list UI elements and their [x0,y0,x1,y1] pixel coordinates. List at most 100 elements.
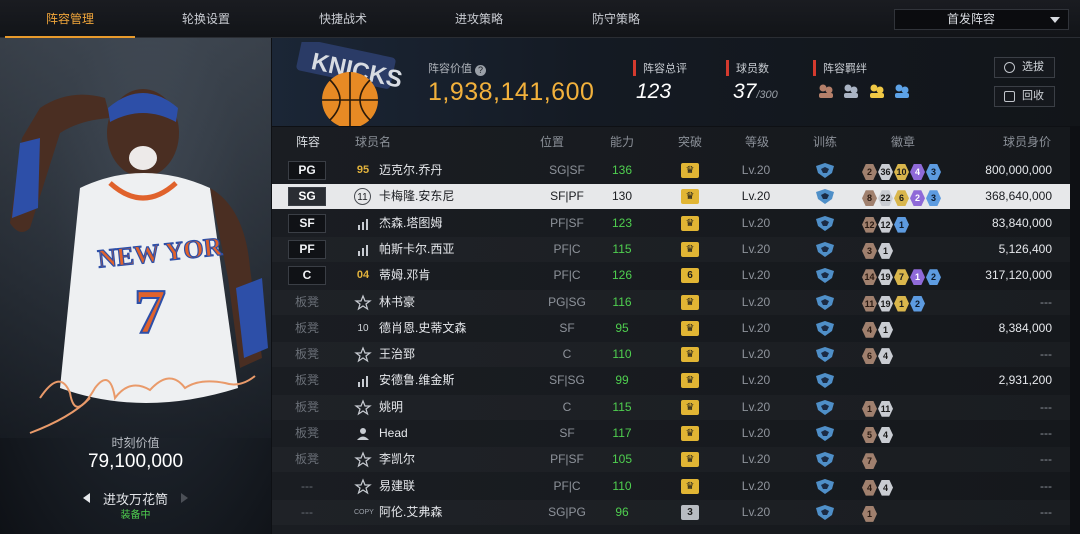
lineup-slot: SF [288,213,326,233]
player-position: SG|SF [549,163,585,177]
table-row[interactable]: --- 易建联 PF|C 110 ♛ Lv.20 4 4 --- [272,474,1070,499]
scout-button[interactable]: 选拔 [994,57,1055,78]
player-name: 易建联 [379,478,416,493]
col-training[interactable]: 训练 [813,127,837,157]
player-value: 317,120,000 [985,268,1052,283]
training-shield-icon[interactable] [815,189,835,205]
player-position: PF|C [553,241,581,256]
training-shield-icon[interactable] [815,215,835,231]
medal-badge: 8 [862,190,877,207]
tab-lineup-management[interactable]: 阵容管理 [5,0,135,38]
help-icon[interactable]: ? [475,65,486,76]
tab-offense-strategy[interactable]: 进攻策略 [414,0,544,38]
jersey-number: 10 [357,322,369,334]
table-row[interactable]: C 04 蒂姆.邓肯 PF|C 126 6 Lv.20 14 19 7 1 2 317,120,000 [272,263,1070,288]
training-shield-icon[interactable] [815,504,835,520]
medal-list[interactable]: 64 [862,346,894,365]
medal-list[interactable]: 44 [862,478,894,496]
col-lineup[interactable]: 阵容 [296,127,320,157]
player-value: --- [1040,452,1052,467]
medal-badge: 14 [862,269,877,286]
player-card[interactable]: NEW YORK 7 时刻价值 79,100,000 进攻万花筒 装备中 [0,38,271,534]
table-row[interactable]: 板凳 李凯尔 PF|SF 105 ♛ Lv.20 7 --- [272,447,1070,472]
col-level[interactable]: 等级 [745,127,769,157]
col-player-name[interactable]: 球员名 [355,127,391,157]
tab-quick-tactics[interactable]: 快捷战术 [278,0,408,38]
col-break[interactable]: 突破 [678,127,702,157]
lineup-slot: 板凳 [294,452,319,467]
player-level: Lv.20 [741,478,771,493]
training-shield-icon[interactable] [815,294,835,310]
medal-list[interactable]: 7 [862,451,878,470]
medal-list[interactable]: 54 [862,425,894,443]
lineup-slot: --- [301,504,313,519]
medal-list[interactable]: 12 12 1 [862,215,910,233]
medal-badge: 1 [894,295,909,312]
player-value: --- [1040,478,1052,493]
player-position: PF|C [553,478,581,493]
medal-badge: 2 [910,295,925,312]
lineup-select[interactable]: 首发阵容 [894,9,1069,30]
training-shield-icon[interactable] [815,399,835,415]
training-shield-icon[interactable] [815,426,835,441]
player-ability: 110 [612,347,632,362]
bond-icons[interactable] [817,82,914,105]
table-row[interactable]: 板凳 林书豪 PG|SG 116 ♛ Lv.20 11 19 1 2 --- [272,290,1070,315]
crown-icon: ♛ [681,478,699,494]
medal-list[interactable]: 8 22 6 2 3 [862,188,942,207]
lineup-slot: 板凳 [294,320,319,335]
medal-badge: 12 [878,216,893,233]
col-position[interactable]: 位置 [540,127,564,157]
table-row[interactable]: SG 11 卡梅隆.安东尼 SF|PF 130 ♛ Lv.20 8 22 6 2 3 368,640,0… [272,184,1070,210]
player-name: 德肖恩.史蒂文森 [379,320,467,335]
medal-badge: 7 [894,269,909,286]
medal-list[interactable]: 11 19 1 2 [862,294,926,312]
lineup-slot: PF [288,239,326,259]
col-ability[interactable]: 能力 [610,127,634,157]
player-value: --- [1040,504,1052,519]
player-name: 林书豪 [379,294,416,309]
training-shield-icon[interactable] [815,320,835,336]
player-ability: 116 [612,294,632,309]
training-shield-icon[interactable] [815,478,835,494]
player-ability: 130 [611,189,633,204]
training-shield-icon[interactable] [815,163,835,178]
training-shield-icon[interactable] [815,373,835,389]
bond-blue-icon [895,84,910,98]
table-row[interactable]: --- COPY 阿伦.艾弗森 SG|PG 96 3 Lv.20 1 --- [272,500,1070,525]
table-row[interactable]: 板凳 安德鲁.维金斯 SF|SG 99 ♛ Lv.20 2,931,200 [272,368,1070,393]
table-row[interactable]: SF 杰森.塔图姆 PF|SF 123 ♛ Lv.20 12 12 1 83,840,000 [272,211,1070,236]
team-value-label: 阵容价值? [428,60,486,76]
medal-list[interactable]: 41 [862,320,894,338]
medal-list[interactable]: 31 [862,241,894,259]
card-value-label: 时刻价值 [111,436,160,450]
player-name: 姚明 [379,399,404,414]
player-level: Lv.20 [741,320,771,335]
recycle-button[interactable]: 回收 [994,86,1055,107]
table-row[interactable]: 板凳 Head SF 117 ♛ Lv.20 5 4 --- [272,421,1070,446]
tab-rotation-settings[interactable]: 轮换设置 [141,0,271,38]
medal-list[interactable]: 14 19 7 1 2 [862,267,942,286]
col-medals[interactable]: 徽章 [891,127,915,157]
crown-icon: ♛ [681,294,699,310]
training-shield-icon[interactable] [815,452,835,468]
table-row[interactable]: PF 帕斯卡尔.西亚 PF|C 115 ♛ Lv.20 3 1 5,126,400 [272,237,1070,262]
next-arrow-icon[interactable] [181,493,188,503]
medal-badge: 11 [878,400,893,417]
medal-list[interactable]: 1 11 [862,399,894,417]
table-row[interactable]: 板凳 10 德肖恩.史蒂文森 SF 95 ♛ Lv.20 4 1 8,384,000 [272,316,1070,341]
table-row[interactable]: 板凳 王治郅 C 110 ♛ Lv.20 6 4 --- [272,342,1070,367]
medal-list[interactable]: 1 [862,504,878,522]
training-shield-icon[interactable] [815,241,835,257]
player-name: 蒂姆.邓肯 [379,268,431,283]
training-shield-icon[interactable] [815,347,835,363]
table-row[interactable]: 板凳 姚明 C 115 ♛ Lv.20 1 11 --- [272,395,1070,420]
medal-list[interactable]: 2 36 10 4 3 [862,162,942,180]
medal-badge: 36 [878,164,893,180]
tab-defense-strategy[interactable]: 防守策略 [551,0,681,38]
medal-badge: 19 [878,295,893,312]
col-player-value[interactable]: 球员身价 [1003,127,1051,157]
training-shield-icon[interactable] [815,268,835,284]
table-row[interactable]: PG 95 迈克尔.乔丹 SG|SF 136 ♛ Lv.20 2 36 10 4 3 800,000,0… [272,158,1070,183]
lineup-slot: 板凳 [294,347,319,362]
